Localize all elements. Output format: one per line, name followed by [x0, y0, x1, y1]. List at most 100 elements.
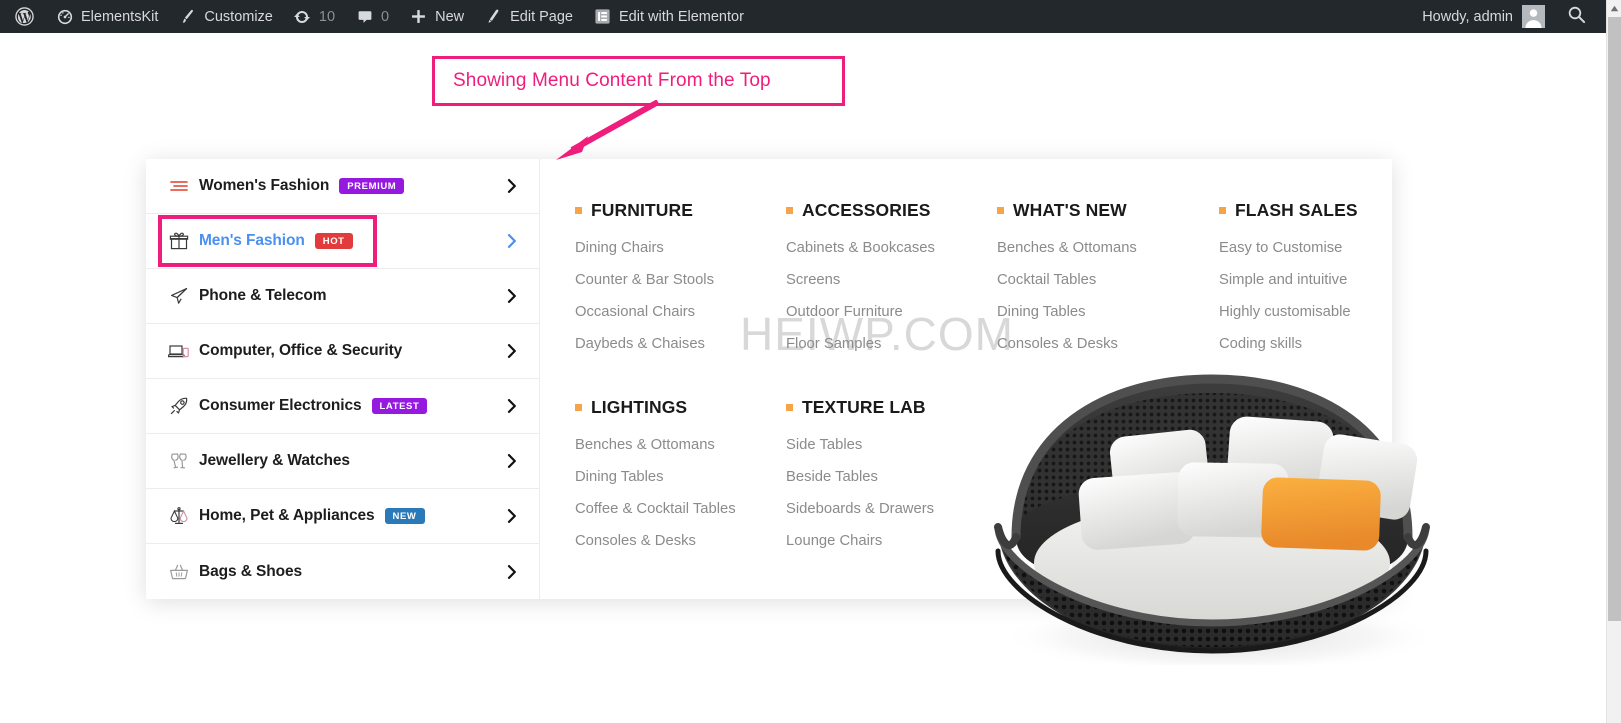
column-heading: WHAT'S NEW — [997, 200, 1219, 221]
mega-link[interactable]: Benches & Ottomans — [997, 240, 1219, 256]
comments-count: 0 — [381, 8, 390, 25]
sidebar-item-computer-office-security[interactable]: Computer, Office & Security — [146, 324, 539, 379]
dashboard-icon — [55, 7, 74, 26]
admin-bar-item-comments[interactable]: 0 — [345, 0, 399, 33]
mega-column-accessories: ACCESSORIES Cabinets & Bookcases Screens… — [786, 200, 997, 352]
bullet-square-icon — [786, 207, 793, 214]
status-badge: LATEST — [371, 397, 428, 415]
mega-link[interactable]: Highly customisable — [1219, 304, 1392, 320]
wp-admin-bar: ElementsKit Customize 10 0 New Edit Page… — [0, 0, 1606, 33]
annotation-arrow-icon — [556, 100, 660, 160]
mega-link[interactable]: Dining Tables — [997, 304, 1219, 320]
avatar — [1522, 5, 1545, 28]
column-heading: TEXTURE LAB — [786, 397, 997, 418]
chevron-right-icon — [507, 344, 517, 359]
wordpress-icon — [15, 7, 34, 26]
scroll-up-arrow-icon[interactable] — [1607, 0, 1621, 17]
admin-bar-search-button[interactable] — [1551, 5, 1592, 28]
comment-icon — [355, 7, 374, 26]
status-badge: HOT — [314, 232, 353, 250]
mega-link[interactable]: Cocktail Tables — [997, 272, 1219, 288]
mega-link[interactable]: Consoles & Desks — [575, 533, 786, 549]
page-scrollbar[interactable] — [1606, 0, 1621, 723]
page-root: ElementsKit Customize 10 0 New Edit Page… — [0, 0, 1621, 723]
sidebar-item-consumer-electronics[interactable]: Consumer Electronics LATEST — [146, 379, 539, 434]
admin-bar-item-elementskit[interactable]: ElementsKit — [45, 0, 168, 33]
sidebar-item-label: Men's Fashion — [199, 232, 305, 249]
mega-link[interactable]: Screens — [786, 272, 997, 288]
column-heading: ACCESSORIES — [786, 200, 997, 221]
column-heading: FLASH SALES — [1219, 200, 1392, 221]
mega-link[interactable]: Side Tables — [786, 437, 997, 453]
scrollbar-thumb[interactable] — [1608, 17, 1621, 621]
mega-link[interactable]: Benches & Ottomans — [575, 437, 786, 453]
chevron-right-icon — [507, 179, 517, 194]
chevron-right-icon — [507, 509, 517, 524]
mega-link[interactable]: Cabinets & Bookcases — [786, 240, 997, 256]
my-account-menu[interactable]: Howdy, admin — [1422, 0, 1551, 33]
status-badge: PREMIUM — [339, 177, 405, 195]
admin-bar-label: New — [435, 8, 465, 25]
column-title-text: FLASH SALES — [1235, 200, 1358, 220]
mega-link[interactable]: Daybeds & Chaises — [575, 336, 786, 352]
chevron-right-icon — [507, 454, 517, 469]
sidebar-item-bags-shoes[interactable]: Bags & Shoes — [146, 544, 539, 599]
mega-link[interactable]: Occasional Chairs — [575, 304, 786, 320]
mega-link[interactable]: Beside Tables — [786, 469, 997, 485]
sidebar-item-mens-fashion[interactable]: Men's Fashion HOT — [146, 214, 539, 269]
column-title-text: WHAT'S NEW — [1013, 200, 1127, 220]
mega-link[interactable]: Lounge Chairs — [786, 533, 997, 549]
sidebar-item-phone-telecom[interactable]: Phone & Telecom — [146, 269, 539, 324]
sidebar-item-home-pet-appliances[interactable]: Home, Pet & Appliances NEW — [146, 489, 539, 544]
mega-link[interactable]: Outdoor Furniture — [786, 304, 997, 320]
sidebar-item-womens-fashion[interactable]: Women's Fashion PREMIUM — [146, 159, 539, 214]
chevron-right-icon — [507, 399, 517, 414]
sidebar-item-label: Phone & Telecom — [199, 287, 327, 304]
elementor-icon — [593, 7, 612, 26]
sidebar-item-jewellery-watches[interactable]: Jewellery & Watches — [146, 434, 539, 489]
sidebar-item-label: Bags & Shoes — [199, 562, 303, 580]
mega-link[interactable]: Sideboards & Drawers — [786, 501, 997, 517]
mega-link[interactable]: Consoles & Desks — [997, 336, 1219, 352]
admin-bar-item-edit-page[interactable]: Edit Page — [474, 0, 583, 33]
scales-icon — [166, 505, 192, 527]
admin-bar-item-new[interactable]: New — [399, 0, 474, 33]
bullet-square-icon — [786, 404, 793, 411]
annotation-callout-box: Showing Menu Content From the Top — [432, 56, 845, 106]
column-heading: LIGHTINGS — [575, 397, 786, 418]
admin-bar-item-edit-with-elementor[interactable]: Edit with Elementor — [583, 0, 754, 33]
mega-column-furniture: FURNITURE Dining Chairs Counter & Bar St… — [575, 200, 786, 352]
champagne-glasses-icon — [166, 450, 192, 472]
mega-column-lightings: LIGHTINGS Benches & Ottomans Dining Tabl… — [575, 397, 786, 549]
admin-bar-label: Edit with Elementor — [619, 8, 744, 25]
admin-bar-label: Customize — [204, 8, 273, 25]
bullet-square-icon — [575, 404, 582, 411]
rocket-icon — [166, 395, 192, 417]
updates-count: 10 — [318, 8, 336, 25]
mega-link[interactable]: Easy to Customise — [1219, 240, 1392, 256]
mega-link[interactable]: Floor Samples — [786, 336, 997, 352]
mega-link[interactable]: Dining Tables — [575, 469, 786, 485]
paper-plane-icon — [166, 285, 192, 307]
chevron-right-icon — [507, 289, 517, 304]
mega-link[interactable]: Coding skills — [1219, 336, 1392, 352]
mega-link[interactable]: Counter & Bar Stools — [575, 272, 786, 288]
mega-link[interactable]: Coffee & Cocktail Tables — [575, 501, 786, 517]
pencil-icon — [484, 7, 503, 26]
mega-link[interactable]: Dining Chairs — [575, 240, 786, 256]
column-title-text: FURNITURE — [591, 200, 694, 220]
admin-bar-item-updates[interactable]: 10 — [283, 0, 345, 33]
wordpress-logo-button[interactable] — [6, 0, 45, 33]
admin-bar-label: Edit Page — [510, 8, 573, 25]
sidebar-item-label: Computer, Office & Security — [199, 342, 403, 359]
mega-menu-container: Women's Fashion PREMIUM Men's Fashion HO… — [146, 159, 1392, 599]
mega-menu-panel: HEIWP.COM FURNITURE Dining Chairs Counte… — [540, 159, 1392, 599]
menu-lines-icon — [166, 175, 192, 197]
chevron-right-icon — [507, 234, 517, 249]
admin-bar-item-customize[interactable]: Customize — [168, 0, 283, 33]
admin-bar-label: ElementsKit — [81, 8, 159, 25]
admin-bar-left-group: ElementsKit Customize 10 0 New Edit Page… — [0, 0, 754, 33]
chevron-right-icon — [507, 564, 517, 579]
mega-link[interactable]: Simple and intuitive — [1219, 272, 1392, 288]
category-list: Women's Fashion PREMIUM Men's Fashion HO… — [146, 159, 540, 599]
